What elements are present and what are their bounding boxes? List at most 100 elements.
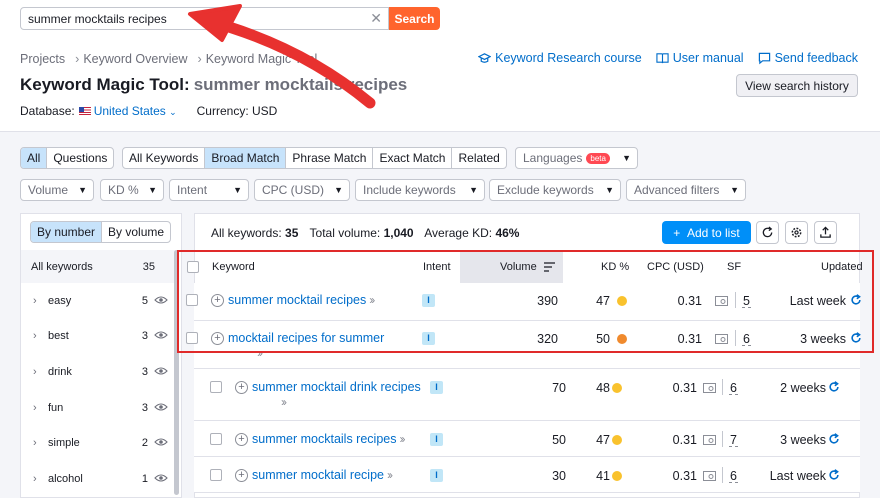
- database-selector[interactable]: United States ⌄: [94, 104, 177, 118]
- row-checkbox[interactable]: [210, 469, 222, 481]
- breadcrumb-keyword-magic-tool: Keyword Magic Tool: [205, 52, 318, 66]
- refresh-icon[interactable]: [828, 433, 840, 445]
- chevron-down-icon: ▼: [334, 185, 343, 195]
- table-row[interactable]: + summer mocktails recipes ›› I 50 47 0.3…: [194, 421, 860, 457]
- search-button[interactable]: Search: [389, 7, 440, 30]
- row-checkbox[interactable]: [210, 433, 222, 445]
- sf-divider: [722, 467, 723, 483]
- breadcrumb-projects[interactable]: Projects: [20, 52, 65, 66]
- chat-bubble-icon: [758, 52, 770, 64]
- chevron-right-icon: ›: [33, 366, 37, 378]
- keyword-research-course-link[interactable]: Keyword Research course: [478, 51, 642, 65]
- table-row[interactable]: + summer mocktail recipe ›› I 30 41 0.31 …: [194, 457, 860, 493]
- cpc-value: 0.31: [672, 381, 697, 395]
- add-keyword-icon[interactable]: +: [235, 468, 248, 482]
- refresh-icon[interactable]: [828, 381, 840, 393]
- double-chevron-right-icon[interactable]: ››: [281, 395, 287, 409]
- chevron-right-icon: ›: [33, 473, 37, 485]
- group-item[interactable]: › best 3: [21, 327, 175, 347]
- tab-related[interactable]: Related: [452, 148, 505, 168]
- chevron-down-icon: ▼: [148, 185, 157, 195]
- serp-features-icon[interactable]: [703, 435, 716, 445]
- chevron-right-icon: ›: [33, 295, 37, 307]
- include-keywords-filter[interactable]: Include keywords ▼: [355, 179, 485, 201]
- group-item[interactable]: › drink 3: [21, 363, 175, 383]
- chevron-right-icon: ›: [197, 52, 202, 66]
- book-icon: [656, 52, 669, 63]
- add-keyword-icon[interactable]: +: [235, 432, 248, 446]
- sf-count[interactable]: 6: [729, 470, 738, 483]
- page-title-keyword: summer mocktails recipes: [193, 75, 408, 94]
- view-search-history-button[interactable]: View search history: [736, 74, 858, 97]
- add-to-list-button[interactable]: + Add to list: [662, 221, 751, 244]
- serp-features-icon[interactable]: [703, 383, 716, 393]
- beta-badge: beta: [586, 153, 610, 164]
- kd-difficulty-dot: [612, 383, 622, 393]
- keyword-link[interactable]: + summer mocktails recipes ››: [235, 432, 405, 446]
- tab-exact-match[interactable]: Exact Match: [373, 148, 453, 168]
- chevron-right-icon: ›: [75, 52, 80, 66]
- chevron-down-icon: ▼: [622, 153, 631, 163]
- highlight-box: [177, 250, 874, 353]
- page-title: Keyword Magic Tool: summer mocktails reci…: [20, 75, 408, 94]
- tab-phrase-match[interactable]: Phrase Match: [286, 148, 374, 168]
- sf-count[interactable]: 7: [729, 434, 738, 447]
- double-chevron-right-icon[interactable]: ››: [399, 432, 405, 446]
- exclude-keywords-filter[interactable]: Exclude keywords ▼: [489, 179, 621, 201]
- by-volume-button[interactable]: By volume: [102, 222, 170, 242]
- by-number-button[interactable]: By number: [31, 222, 103, 242]
- refresh-icon[interactable]: [828, 469, 840, 481]
- all-keywords-group[interactable]: All keywords 35: [21, 250, 175, 283]
- keyword-link[interactable]: + summer mocktail drink recipes: [235, 380, 421, 394]
- volume-filter[interactable]: Volume ▼: [20, 179, 94, 201]
- intent-filter[interactable]: Intent ▼: [169, 179, 249, 201]
- chevron-down-icon: ▼: [469, 185, 478, 195]
- top-links: Keyword Research course User manual Send…: [478, 51, 858, 65]
- refresh-button[interactable]: [756, 221, 779, 244]
- match-type-group-a: All Questions: [20, 147, 115, 169]
- tab-questions[interactable]: Questions: [47, 148, 113, 168]
- add-keyword-icon[interactable]: +: [235, 380, 248, 394]
- kd-value: 41: [596, 469, 610, 483]
- group-item[interactable]: › fun 3: [21, 399, 175, 419]
- upload-icon: [820, 226, 831, 238]
- chevron-down-icon: ⌄: [169, 107, 177, 117]
- advanced-filters-dropdown[interactable]: Advanced filters ▼: [626, 179, 746, 201]
- user-manual-link[interactable]: User manual: [656, 51, 744, 65]
- table-row[interactable]: + summer mocktail drink recipes ›› I 70 …: [194, 369, 860, 421]
- double-chevron-right-icon[interactable]: ››: [387, 468, 393, 482]
- intent-badge: I: [430, 469, 443, 482]
- keyword-groups-sidebar: By number By volume All keywords 35 › ea…: [20, 213, 182, 498]
- graduation-cap-icon: [478, 52, 492, 63]
- row-checkbox[interactable]: [210, 381, 222, 393]
- chevron-down-icon: ▼: [730, 185, 739, 195]
- eye-icon[interactable]: [154, 402, 168, 412]
- keyword-link[interactable]: + summer mocktail recipe ››: [235, 468, 393, 482]
- group-item[interactable]: › easy 5: [21, 292, 175, 312]
- eye-icon[interactable]: [154, 437, 168, 447]
- cpc-value: 0.31: [672, 469, 697, 483]
- export-button[interactable]: [814, 221, 837, 244]
- send-feedback-link[interactable]: Send feedback: [758, 51, 858, 65]
- cpc-value: 0.31: [672, 433, 697, 447]
- tab-all[interactable]: All: [21, 148, 48, 168]
- group-item[interactable]: › alcohol 1: [21, 470, 175, 490]
- settings-button[interactable]: [785, 221, 808, 244]
- sf-count[interactable]: 6: [729, 382, 738, 395]
- kd-filter[interactable]: KD % ▼: [100, 179, 164, 201]
- tab-all-keywords[interactable]: All Keywords: [123, 148, 206, 168]
- eye-icon[interactable]: [154, 366, 168, 376]
- eye-icon[interactable]: [154, 330, 168, 340]
- kd-difficulty-dot: [612, 435, 622, 445]
- breadcrumb-keyword-overview[interactable]: Keyword Overview: [83, 52, 187, 66]
- close-icon[interactable]: ✕: [370, 11, 382, 25]
- serp-features-icon[interactable]: [703, 471, 716, 481]
- currency-label: Currency: USD: [196, 104, 278, 118]
- cpc-filter[interactable]: CPC (USD) ▼: [254, 179, 350, 201]
- tab-broad-match[interactable]: Broad Match: [205, 148, 287, 168]
- eye-icon[interactable]: [154, 473, 168, 483]
- group-item[interactable]: › simple 2: [21, 434, 175, 454]
- search-input[interactable]: [21, 8, 361, 29]
- languages-dropdown[interactable]: Languages beta ▼: [515, 147, 638, 169]
- eye-icon[interactable]: [154, 295, 168, 305]
